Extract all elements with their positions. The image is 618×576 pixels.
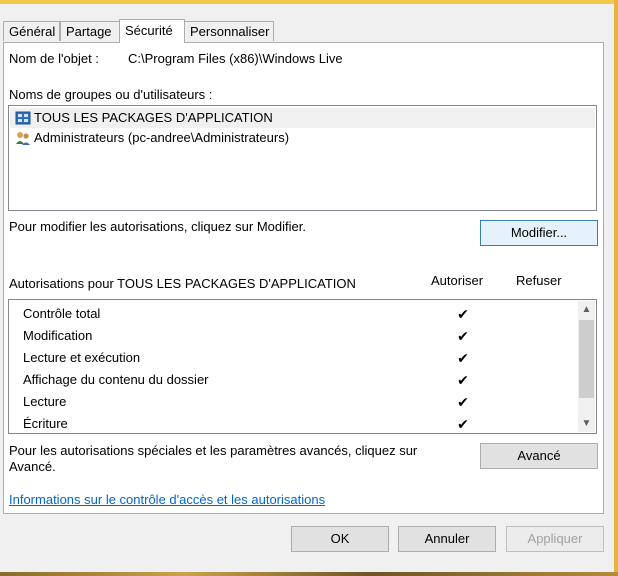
apply-button[interactable]: Appliquer [506,526,604,552]
scroll-down-icon[interactable]: ▼ [578,415,595,432]
permission-row: Écriture ✔ [23,413,563,433]
group-item[interactable]: TOUS LES PACKAGES D'APPLICATION [10,108,595,128]
tab-sharing[interactable]: Partage [60,21,120,41]
permissions-scrollbar[interactable]: ▲ ▼ [578,301,595,432]
groups-listbox[interactable]: TOUS LES PACKAGES D'APPLICATION Administ… [8,105,597,211]
window-right-edge [614,0,618,576]
permission-row: Lecture et exécution ✔ [23,347,563,369]
object-name-value: C:\Program Files (x86)\Windows Live [128,51,343,66]
deny-column-header: Refuser [516,273,562,288]
permission-row: Lecture ✔ [23,391,563,413]
advanced-hint-line1: Pour les autorisations spéciales et les … [9,443,418,458]
ok-button[interactable]: OK [291,526,389,552]
tab-customize[interactable]: Personnaliser [184,21,274,41]
advanced-button[interactable]: Avancé [480,443,598,469]
permissions-list[interactable]: Contrôle total ✔ Modification ✔ Lecture … [8,299,597,434]
allow-check-icon: ✔ [457,372,469,388]
group-name: TOUS LES PACKAGES D'APPLICATION [34,110,273,125]
permission-name: Modification [23,328,93,343]
scroll-thumb[interactable] [579,320,594,398]
modify-hint: Pour modifier les autorisations, cliquez… [9,219,306,234]
users-group-icon [15,130,31,146]
access-control-info-link[interactable]: Informations sur le contrôle d'accès et … [9,492,325,507]
allow-check-icon: ✔ [457,306,469,322]
groups-label: Noms de groupes ou d'utilisateurs : [9,87,213,102]
cancel-button[interactable]: Annuler [398,526,496,552]
tab-security[interactable]: Sécurité [119,19,185,43]
advanced-hint-line2: Avancé. [9,459,56,474]
permissions-title: Autorisations pour TOUS LES PACKAGES D'A… [9,276,356,291]
group-item[interactable]: Administrateurs (pc-andree\Administrateu… [10,128,595,148]
permission-name: Contrôle total [23,306,101,321]
desktop-background-strip [0,572,618,576]
allow-check-icon: ✔ [457,394,469,410]
permission-row: Affichage du contenu du dossier ✔ [23,369,563,391]
permission-name: Affichage du contenu du dossier [23,372,209,387]
permission-name: Écriture [23,416,68,431]
allow-check-icon: ✔ [457,328,469,344]
allow-column-header: Autoriser [431,273,484,288]
window-top-edge [0,0,618,4]
permission-name: Lecture et exécution [23,350,141,365]
tab-general[interactable]: Général [3,21,60,41]
allow-check-icon: ✔ [457,416,469,432]
permission-row: Modification ✔ [23,325,563,347]
permission-name: Lecture [23,394,67,409]
allow-check-icon: ✔ [457,350,469,366]
security-panel: Nom de l'objet : C:\Program Files (x86)\… [3,42,604,514]
permission-row: Contrôle total ✔ [23,303,563,325]
scroll-up-icon[interactable]: ▲ [578,301,595,318]
app-packages-icon [15,110,31,126]
object-name-label: Nom de l'objet : [9,51,99,66]
group-name: Administrateurs (pc-andree\Administrateu… [34,130,290,145]
modify-button[interactable]: Modifier... [480,220,598,246]
